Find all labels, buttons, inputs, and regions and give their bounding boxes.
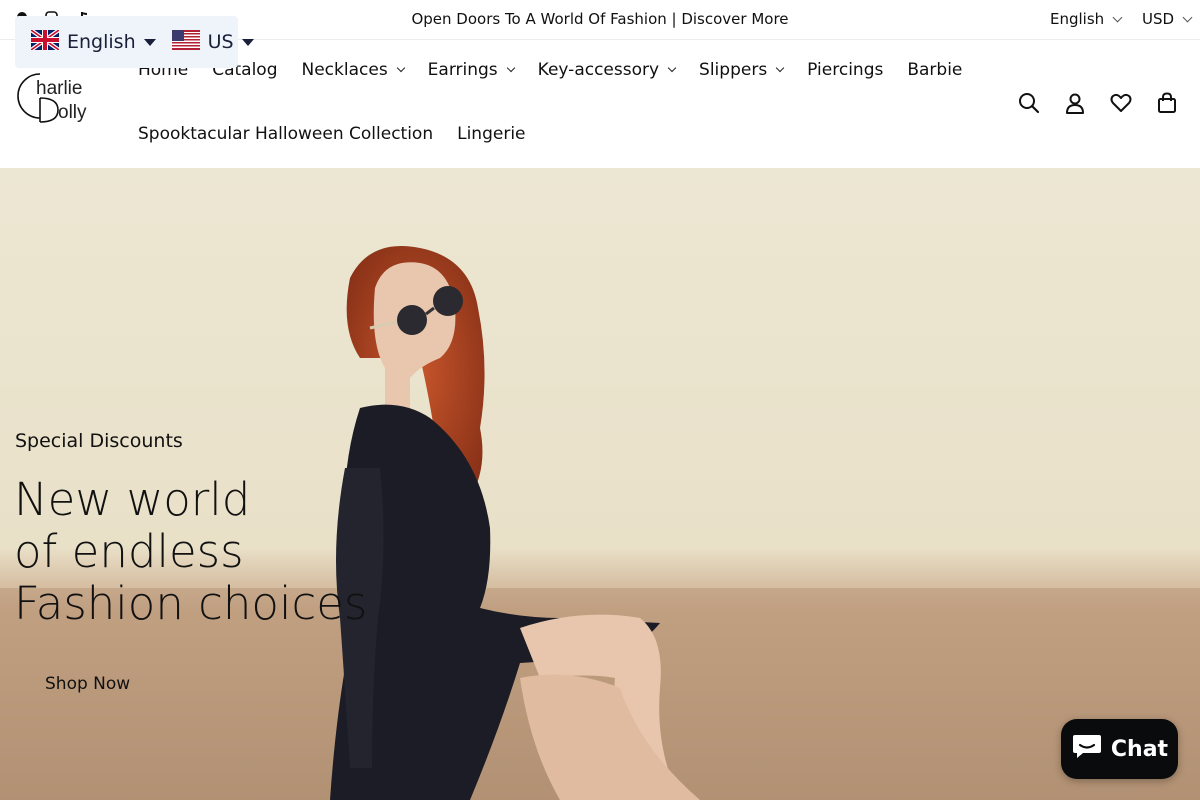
us-flag-icon: [171, 29, 200, 55]
nav-earrings[interactable]: Earrings: [427, 60, 515, 80]
chat-bubble-icon: [1071, 732, 1103, 766]
announcement-link[interactable]: Open Doors To A World Of Fashion | Disco…: [411, 10, 788, 28]
hero-kicker: Special Discounts: [15, 430, 183, 452]
hero-headline-line: New world: [14, 473, 251, 526]
chat-label: Chat: [1110, 736, 1169, 762]
nav-label: Barbie: [907, 60, 963, 80]
search-icon[interactable]: [1018, 91, 1040, 115]
caret-down-icon: [143, 38, 156, 46]
chevron-down-icon: [667, 63, 677, 73]
hero-banner: Special Discounts New world of endless F…: [0, 168, 1200, 800]
nav-piercings[interactable]: Piercings: [807, 60, 883, 80]
widget-country-label: US: [207, 31, 234, 53]
hero-headline-line: Fashion choices: [14, 577, 368, 630]
nav-slippers[interactable]: Slippers: [699, 60, 785, 80]
nav-barbie[interactable]: Barbie: [907, 60, 962, 80]
language-selector[interactable]: English: [1050, 10, 1123, 28]
chevron-down-icon: [775, 63, 785, 73]
chevron-down-icon: [506, 63, 515, 73]
currency-selector-label: USD: [1142, 10, 1175, 28]
language-country-widget: English US: [15, 16, 254, 68]
nav-lingerie[interactable]: Lingerie: [457, 124, 525, 144]
nav-label: Lingerie: [457, 124, 526, 144]
main-nav-row-2: Spooktacular Halloween Collection Linger…: [138, 124, 550, 144]
chevron-down-icon: [396, 63, 405, 73]
nav-label: Necklaces: [301, 60, 388, 80]
hero-headline-line: of endless: [14, 525, 244, 578]
shop-now-button[interactable]: Shop Now: [15, 666, 160, 702]
svg-text:olly: olly: [58, 102, 87, 123]
nav-label: Earrings: [427, 60, 498, 80]
charlie-dolly-logo[interactable]: harlie olly: [14, 68, 114, 124]
nav-label: Spooktacular Halloween Collection: [138, 124, 434, 144]
hero-headline: New world of endless Fashion choices: [14, 474, 367, 630]
nav-label: Key-accessory: [537, 60, 660, 80]
nav-halloween-collection[interactable]: Spooktacular Halloween Collection: [138, 124, 433, 144]
uk-flag-icon: [29, 27, 61, 55]
nav-necklaces[interactable]: Necklaces: [301, 60, 405, 80]
svg-text:harlie: harlie: [36, 78, 82, 99]
widget-language-label: English: [67, 31, 136, 53]
chevron-down-icon: [1112, 12, 1123, 22]
widget-language-selector[interactable]: English: [29, 27, 156, 55]
chat-button[interactable]: Chat: [1061, 719, 1178, 779]
account-icon[interactable]: [1064, 91, 1086, 115]
caret-down-icon: [241, 38, 254, 46]
wishlist-icon[interactable]: [1110, 91, 1132, 115]
nav-label: Piercings: [807, 60, 884, 80]
widget-country-selector[interactable]: US: [171, 29, 254, 55]
currency-selector[interactable]: USD: [1142, 10, 1193, 28]
language-selector-label: English: [1050, 10, 1105, 28]
header-actions: [1018, 91, 1178, 115]
cart-icon[interactable]: [1156, 91, 1178, 115]
nav-label: Slippers: [699, 60, 768, 80]
main-nav-row-1: Home Catalog Necklaces Earrings Key-acce…: [138, 60, 986, 80]
nav-key-accessory[interactable]: Key-accessory: [537, 60, 677, 80]
chevron-down-icon: [1182, 12, 1193, 22]
